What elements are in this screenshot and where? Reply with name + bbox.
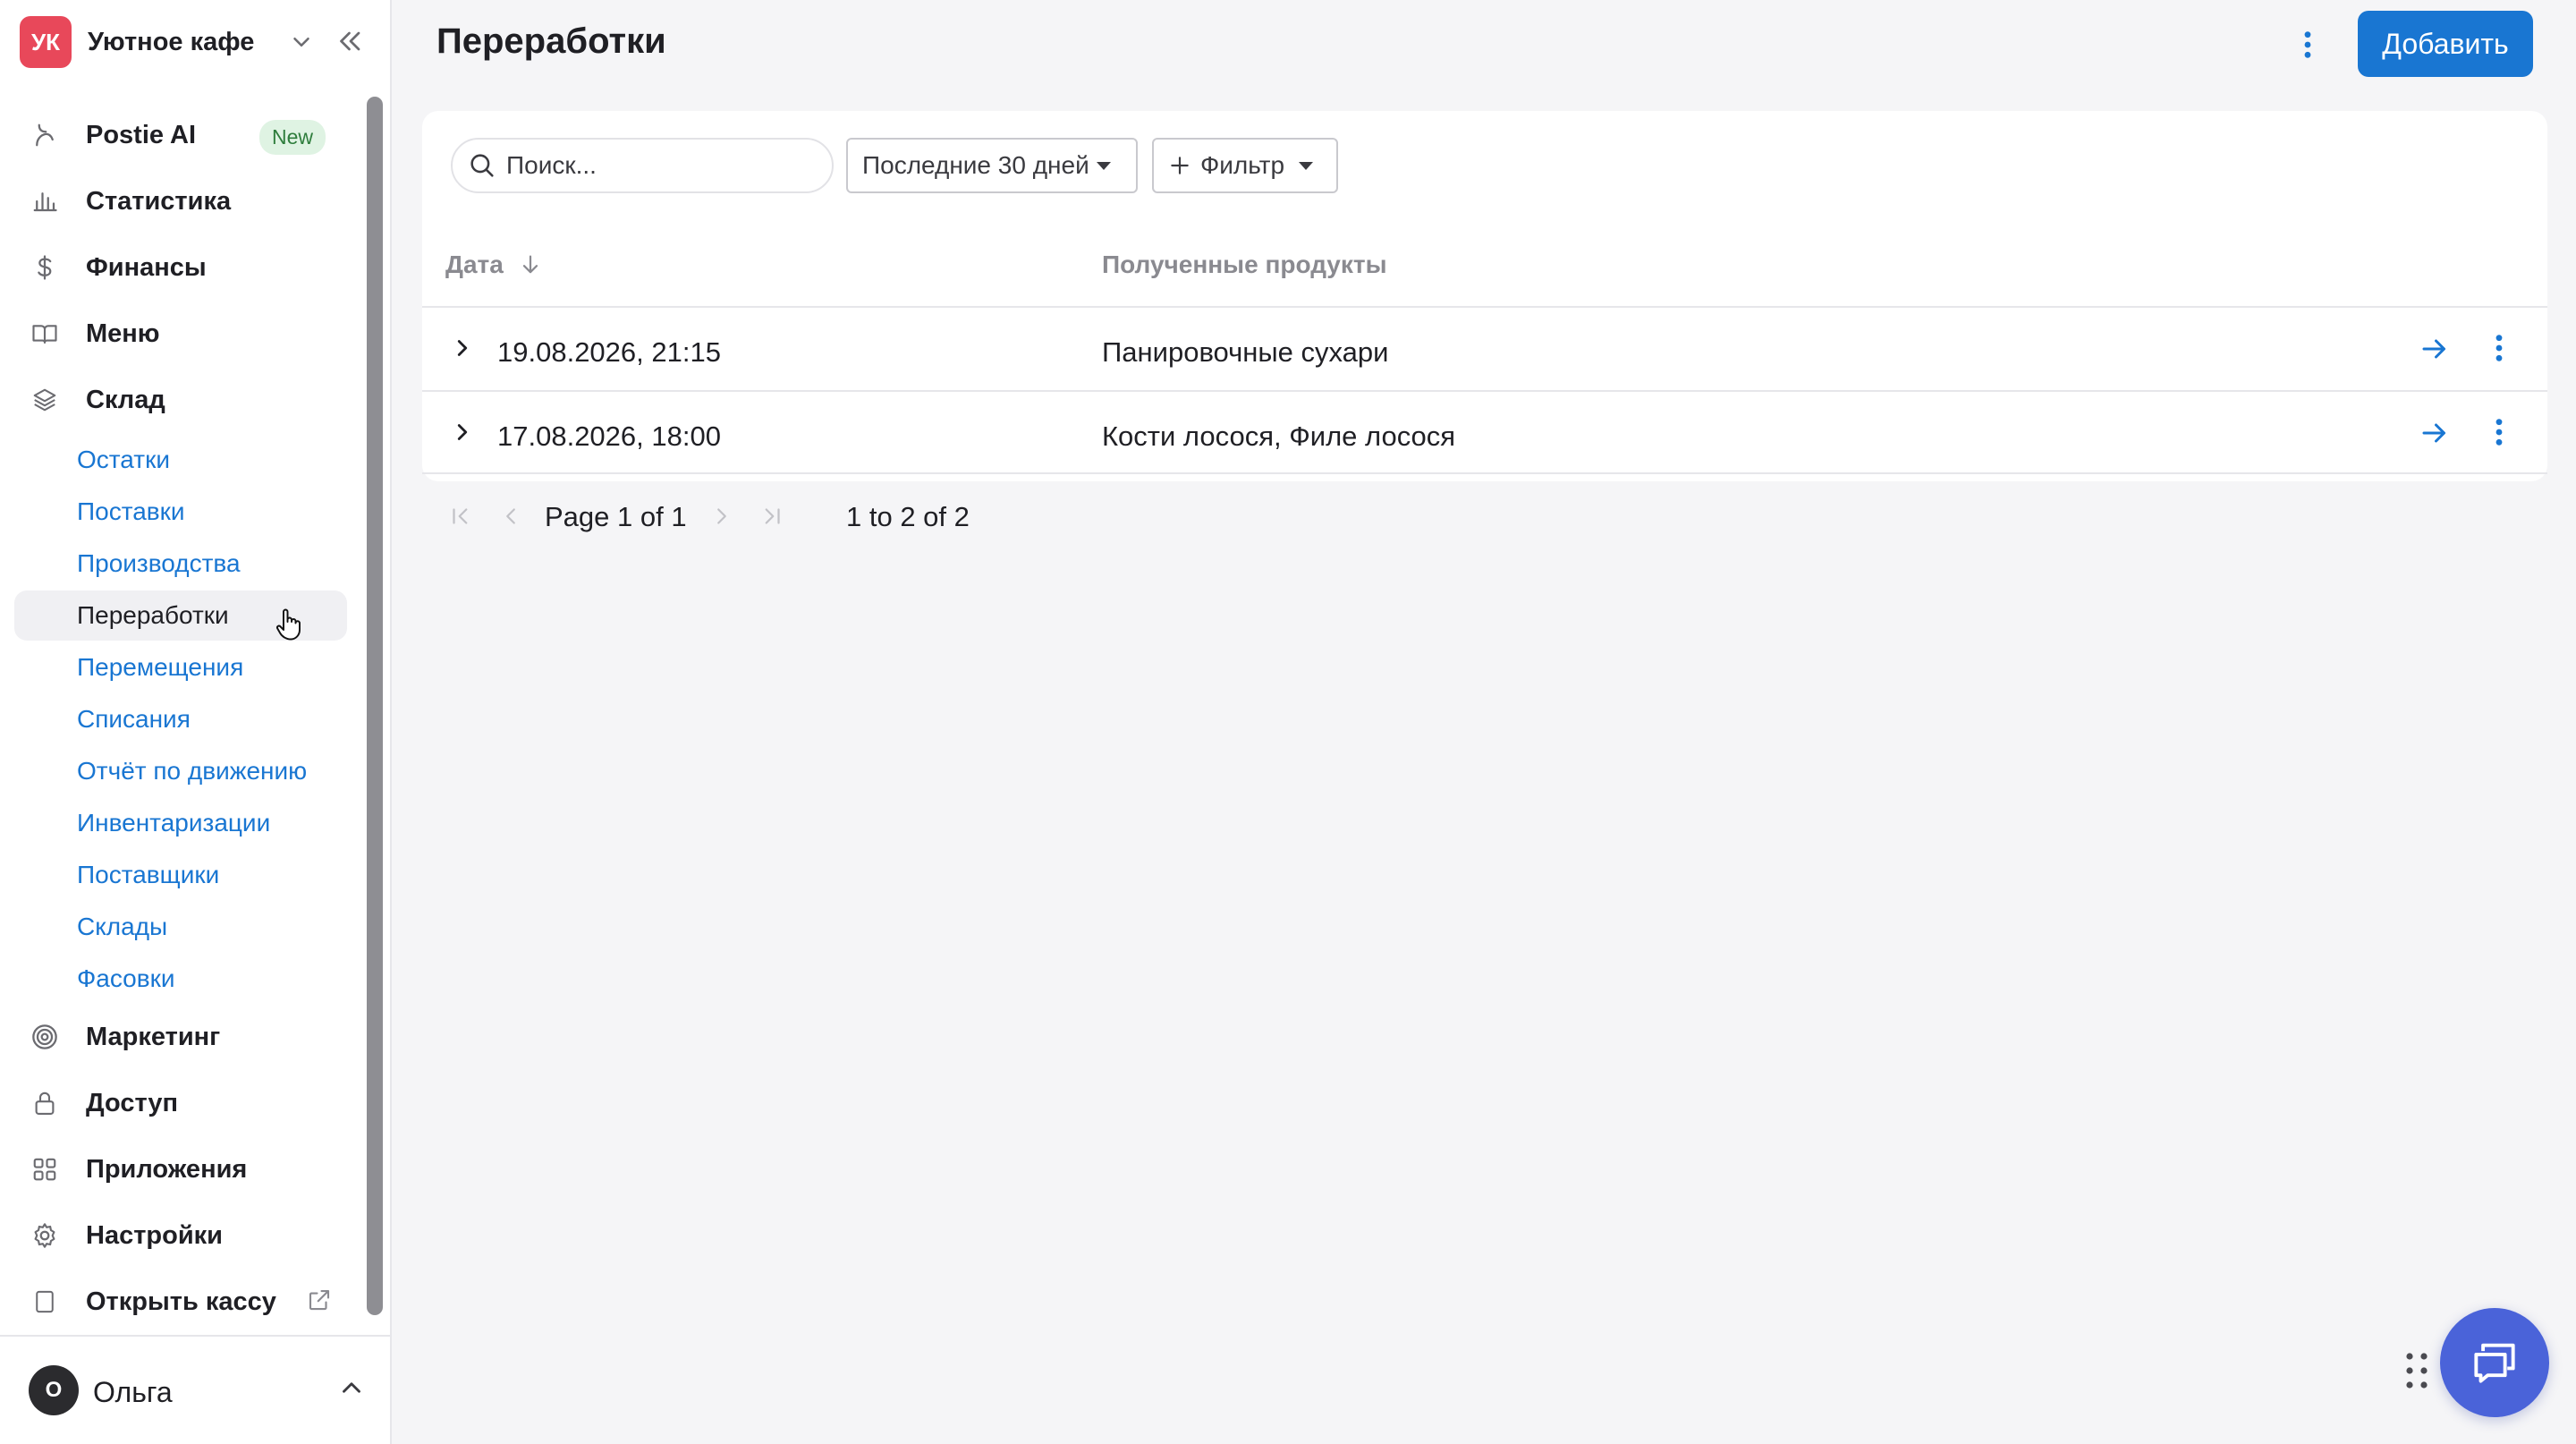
last-page-icon[interactable] [758,503,785,534]
page-indicator: Page 1 of 1 [545,501,687,532]
sidebar-item-statistics[interactable]: Статистика [14,175,347,227]
avatar: О [29,1365,79,1415]
sidebar-item-access[interactable]: Доступ [14,1077,347,1129]
sidebar-subitem-packaging[interactable]: Фасовки [14,954,347,1004]
row-date: 17.08.2026, 18:00 [497,420,721,452]
sidebar-item-menu[interactable]: Меню [14,308,347,360]
sidebar-item-label: Postie AI [86,120,197,149]
chevron-up-icon[interactable] [336,1372,367,1407]
search-field[interactable] [451,138,834,193]
bar-chart-icon [27,183,63,219]
user-name: Ольга [93,1376,173,1408]
more-vertical-icon[interactable] [2290,27,2326,63]
chevron-down-icon[interactable] [288,29,315,60]
sidebar-item-label: Настройки [86,1220,224,1250]
row-date: 19.08.2026, 21:15 [497,336,721,368]
collapse-sidebar-icon[interactable] [335,25,367,62]
arrow-right-icon[interactable] [2419,417,2451,454]
target-icon [27,1019,63,1055]
user-menu[interactable]: О Ольга [0,1335,390,1444]
lock-icon [27,1085,63,1121]
caret-down-icon [1096,161,1111,170]
processing-table-card: Последние 30 дней Фильтр Дата Полученные… [422,111,2547,481]
sidebar-item-label: Маркетинг [86,1022,221,1051]
next-page-icon[interactable] [708,503,735,534]
column-header-date[interactable]: Дата [445,251,543,279]
sidebar-subitem-movement-report[interactable]: Отчёт по движению [14,746,347,796]
layers-icon [27,382,63,418]
book-icon [27,316,63,352]
sidebar-item-settings[interactable]: Настройки [14,1210,347,1261]
table-row[interactable]: 19.08.2026, 21:15 Панировочные сухари [422,306,2547,390]
sidebar-item-label: Склад [86,385,165,414]
more-vertical-icon[interactable] [2494,333,2504,368]
sort-desc-icon[interactable] [518,252,543,277]
sidebar-subitem-inventory[interactable]: Инвентаризации [14,798,347,848]
sidebar-scrollbar-thumb[interactable] [367,97,383,1315]
sidebar-item-label: Меню [86,319,160,348]
plus-icon [1168,154,1191,177]
sidebar-item-finance[interactable]: Финансы [14,242,347,293]
sidebar-item-open-pos[interactable]: Открыть кассу [14,1276,347,1328]
sidebar-subitem-transfers[interactable]: Перемещения [14,642,347,692]
filter-label: Фильтр [1200,151,1285,179]
period-dropdown[interactable]: Последние 30 дней [846,138,1138,193]
gear-icon [27,1218,63,1253]
sidebar-subitem-writeoffs[interactable]: Списания [14,694,347,744]
sidebar-item-label: Финансы [86,252,207,282]
arrow-right-icon[interactable] [2419,333,2451,369]
row-products: Панировочные сухари [1102,336,1389,368]
sidebar-item-postie-ai[interactable]: Postie AI New [14,109,347,161]
sidebar-subitem-suppliers[interactable]: Поставщики [14,850,347,900]
page-title: Переработки [436,21,666,61]
grid-icon [27,1151,63,1187]
hand-cursor-icon [275,607,302,647]
sidebar-item-warehouse[interactable]: Склад [14,374,347,426]
sidebar-item-label: Приложения [86,1154,248,1184]
caret-down-icon [1299,161,1314,170]
period-label: Последние 30 дней [862,151,1089,179]
sidebar-item-apps[interactable]: Приложения [14,1143,347,1195]
tablet-icon [27,1284,63,1320]
sparkle-icon [27,117,63,153]
chat-button[interactable] [2440,1308,2549,1417]
org-name: Уютное кафе [88,27,255,56]
search-icon [467,150,497,181]
column-header-label: Дата [445,251,504,278]
first-page-icon[interactable] [447,503,474,534]
more-vertical-icon[interactable] [2494,417,2504,452]
sidebar: УК Уютное кафе Postie AI New Статистика … [0,0,392,1444]
column-header-products: Полученные продукты [1102,251,1387,279]
table-row[interactable]: 17.08.2026, 18:00 Кости лосося, Филе лос… [422,390,2547,474]
sidebar-item-label: Доступ [86,1088,179,1117]
new-badge: New [259,120,326,155]
column-header-label: Полученные продукты [1102,251,1387,278]
row-range: 1 to 2 of 2 [846,501,970,532]
prev-page-icon[interactable] [497,503,524,534]
search-input[interactable] [506,151,810,180]
sidebar-subitem-warehouses[interactable]: Склады [14,902,347,952]
sidebar-subitem-supplies[interactable]: Поставки [14,487,347,537]
external-link-icon [306,1287,333,1321]
row-products: Кости лосося, Филе лосося [1102,420,1456,452]
sidebar-subitem-stock[interactable]: Остатки [14,435,347,485]
sidebar-item-label: Статистика [86,186,232,216]
add-filter-button[interactable]: Фильтр [1152,138,1338,193]
add-button[interactable]: Добавить [2358,11,2533,77]
org-switcher[interactable]: УК Уютное кафе [20,16,372,68]
sidebar-subitem-production[interactable]: Производства [14,539,347,589]
chat-bubble-icon [2467,1335,2522,1390]
dollar-icon [27,250,63,285]
chevron-right-icon[interactable] [449,335,476,366]
org-avatar: УК [20,16,72,68]
sidebar-item-marketing[interactable]: Маркетинг [14,1011,347,1063]
sidebar-item-label: Открыть кассу [86,1287,276,1316]
drag-handle-icon[interactable] [2404,1351,2429,1395]
chevron-right-icon[interactable] [449,419,476,450]
